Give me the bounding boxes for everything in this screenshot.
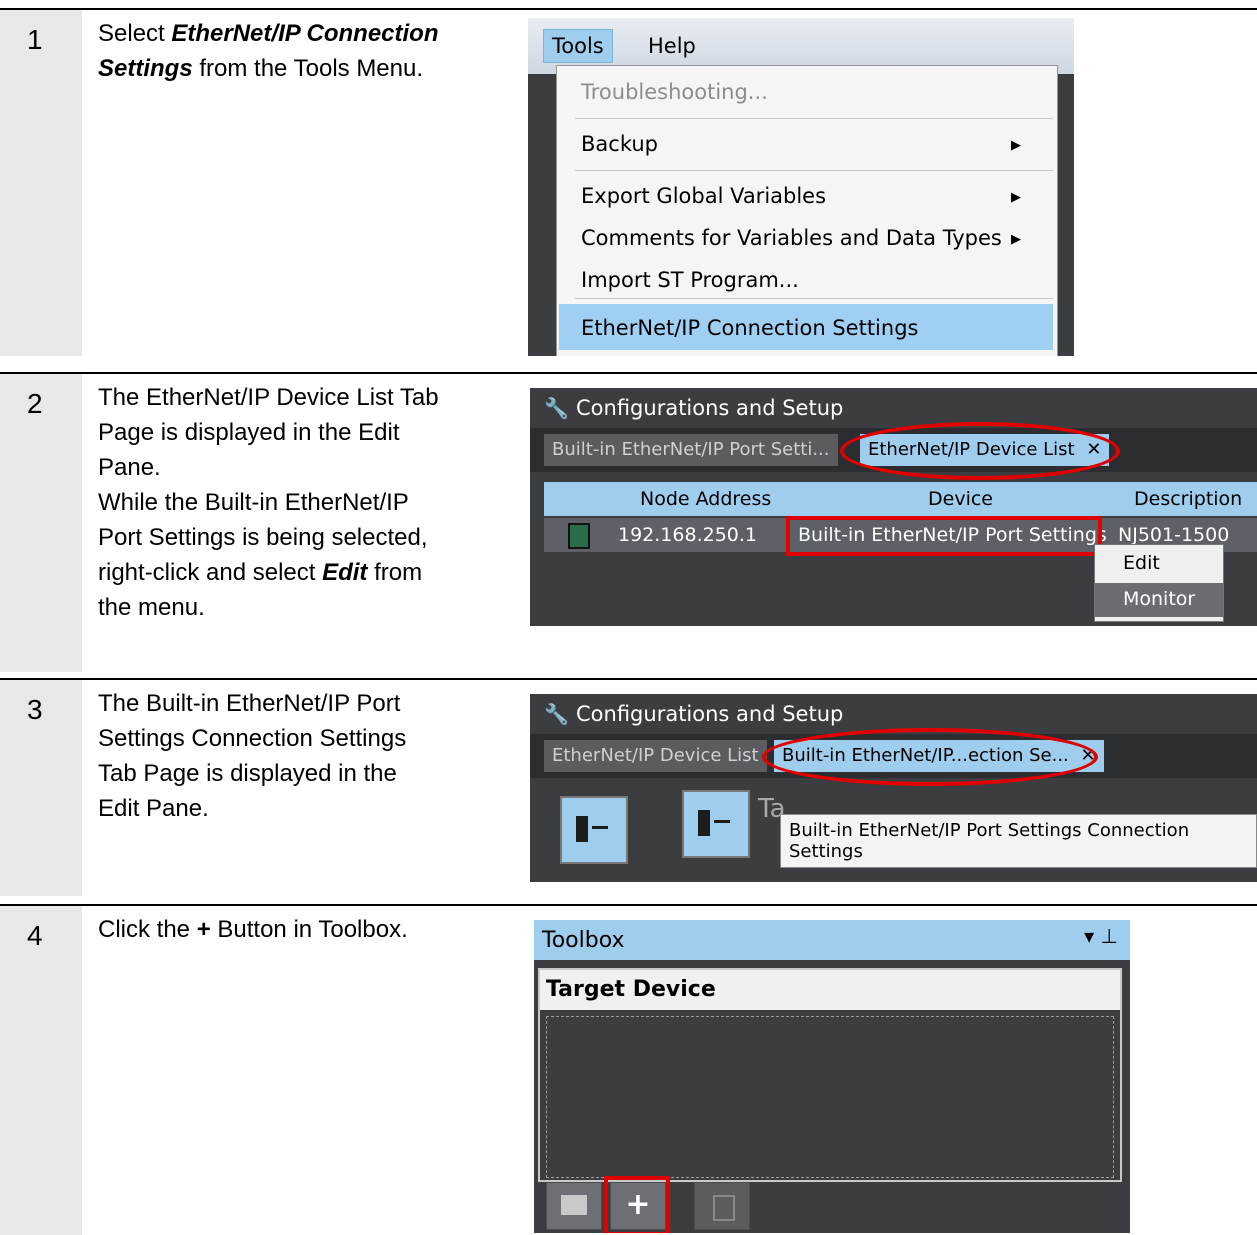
column-description[interactable]: Description bbox=[1134, 488, 1242, 510]
step-number: 4 bbox=[27, 920, 43, 951]
target-device-panel: Target Device bbox=[538, 968, 1122, 1182]
step-instruction: Click the + Button in Toolbox. bbox=[98, 916, 408, 943]
menu-item-ethernetip-connection-settings[interactable]: EtherNet/IP Connection Settings bbox=[581, 316, 918, 340]
column-device[interactable]: Device bbox=[928, 488, 993, 510]
menu-item-comments-for-variables[interactable]: Comments for Variables and Data Types ▶ bbox=[581, 226, 1021, 250]
tab-tooltip: Built-in EtherNet/IP Port Settings Conne… bbox=[780, 814, 1257, 868]
description-cell: NJ501-1500 bbox=[1118, 524, 1230, 546]
menu-item-import-st-program[interactable]: Import ST Program... bbox=[581, 268, 799, 292]
device-icon[interactable] bbox=[682, 790, 750, 858]
menu-item-backup[interactable]: Backup ▶ bbox=[581, 132, 1021, 156]
device-list-screenshot: 🔧 Configurations and Setup Built-in Ethe… bbox=[530, 388, 1257, 626]
step-4-row: 4 Click the + Button in Toolbox. Toolbox… bbox=[0, 904, 1257, 1235]
tab-built-in-port-settings[interactable]: Built-in EtherNet/IP Port Setti... bbox=[544, 434, 838, 466]
wrench-icon: 🔧 bbox=[544, 396, 569, 420]
pin-icon[interactable]: ▾ ⊥ bbox=[1084, 924, 1118, 948]
menu-separator bbox=[575, 298, 1053, 299]
menu-separator bbox=[575, 118, 1053, 119]
controller-icon bbox=[568, 523, 590, 549]
toolbox-screenshot: Toolbox ▾ ⊥ Target Device + bbox=[534, 920, 1130, 1233]
tab-ethernetip-device-list[interactable]: EtherNet/IP Device List bbox=[544, 740, 767, 772]
menu-help[interactable]: Help bbox=[648, 34, 696, 58]
context-item-monitor[interactable]: Monitor bbox=[1095, 583, 1223, 617]
step-number: 1 bbox=[27, 24, 43, 55]
highlight-box bbox=[786, 516, 1102, 556]
step-number-column bbox=[0, 906, 82, 1235]
device-grid-header: Node Address Device Description bbox=[544, 482, 1257, 516]
toolbox-title-bar: Toolbox ▾ ⊥ bbox=[534, 920, 1130, 960]
target-device-list bbox=[546, 1016, 1114, 1178]
device-icon[interactable] bbox=[560, 796, 628, 864]
tools-menu-screenshot: Tools Help Troubleshooting... Backup ▶ E… bbox=[528, 18, 1074, 356]
delete-button[interactable] bbox=[694, 1182, 750, 1230]
step-number-column bbox=[0, 10, 82, 356]
context-item-edit[interactable]: Edit bbox=[1095, 547, 1223, 581]
column-node-address[interactable]: Node Address bbox=[640, 488, 771, 510]
tab-row: Built-in EtherNet/IP Port Setti... Ether… bbox=[530, 422, 1257, 480]
node-address-cell: 192.168.250.1 bbox=[618, 524, 758, 546]
wrench-icon: 🔧 bbox=[544, 702, 569, 726]
step-number: 2 bbox=[27, 388, 43, 419]
tab-row: EtherNet/IP Device List Built-in EtherNe… bbox=[530, 728, 1257, 786]
context-menu: Edit Monitor bbox=[1094, 544, 1224, 622]
folder-button[interactable] bbox=[546, 1182, 602, 1230]
step-3-row: 3 The Built-in EtherNet/IP Port Settings… bbox=[0, 678, 1257, 896]
configurations-title-bar: 🔧 Configurations and Setup bbox=[530, 388, 1257, 428]
step-instruction: The EtherNet/IP Device List Tab Page is … bbox=[98, 384, 439, 621]
step-number: 3 bbox=[27, 694, 43, 725]
submenu-arrow-icon: ▶ bbox=[1011, 232, 1021, 247]
folder-icon bbox=[561, 1195, 587, 1215]
highlight-ring bbox=[762, 728, 1098, 786]
menu-tools[interactable]: Tools bbox=[543, 29, 613, 63]
menu-item-troubleshooting[interactable]: Troubleshooting... bbox=[581, 80, 768, 104]
menu-item-export-global-variables[interactable]: Export Global Variables ▶ bbox=[581, 184, 1021, 208]
submenu-arrow-icon: ▶ bbox=[1011, 190, 1021, 205]
highlight-ring bbox=[840, 422, 1120, 480]
step-1-row: 1 Select EtherNet/IP Connection Settings… bbox=[0, 8, 1257, 356]
trash-icon bbox=[713, 1195, 735, 1221]
submenu-arrow-icon: ▶ bbox=[1011, 138, 1021, 153]
step-2-row: 2 The EtherNet/IP Device List Tab Page i… bbox=[0, 372, 1257, 672]
step-instruction: Select EtherNet/IP Connection Settings f… bbox=[98, 20, 439, 82]
connection-settings-screenshot: 🔧 Configurations and Setup EtherNet/IP D… bbox=[530, 694, 1257, 882]
target-device-header: Target Device bbox=[540, 970, 1120, 1010]
step-instruction: The Built-in EtherNet/IP Port Settings C… bbox=[98, 690, 407, 822]
menu-separator bbox=[575, 170, 1053, 171]
highlight-box bbox=[604, 1176, 670, 1233]
tools-dropdown: Troubleshooting... Backup ▶ Export Globa… bbox=[556, 65, 1058, 356]
